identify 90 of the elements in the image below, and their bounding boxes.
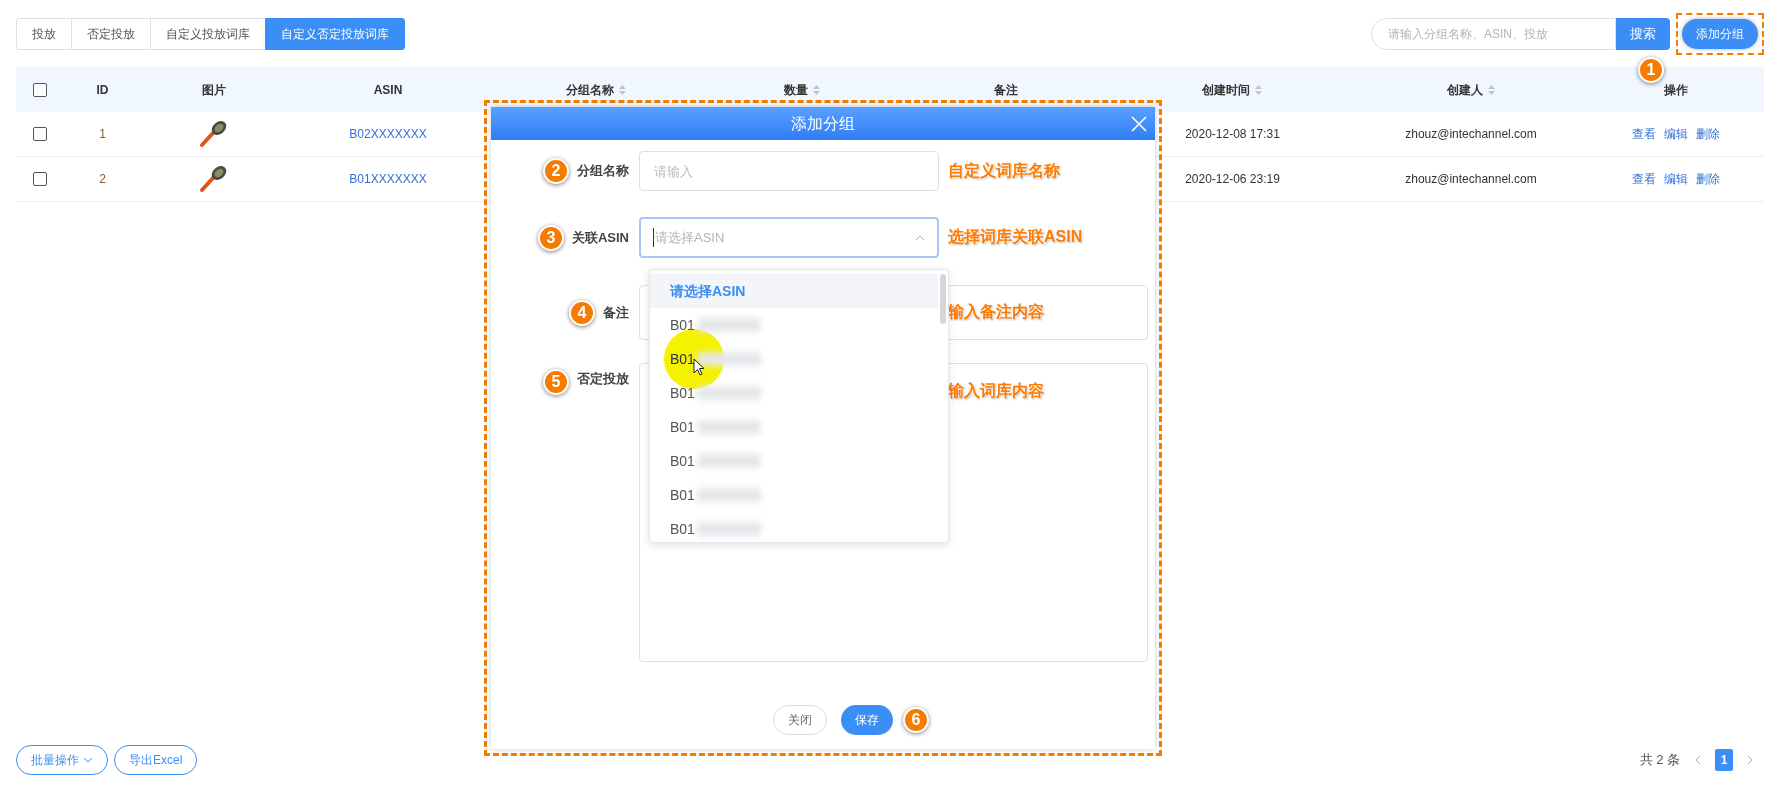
field-label: 分组名称 — [577, 162, 629, 181]
dropdown-option[interactable]: B01 — [650, 512, 938, 542]
dropdown-option[interactable]: B01 — [650, 478, 938, 512]
search-field[interactable]: 请输入分组名称、ASIN、投放 — [1371, 18, 1616, 50]
close-button[interactable]: 关闭 — [773, 705, 827, 735]
option-text: 请选择ASIN — [670, 281, 746, 301]
annotation-note: 选择词库关联ASIN — [948, 228, 1083, 245]
dropdown-option[interactable]: B01 — [650, 342, 938, 376]
action-link[interactable]: 编辑 — [1663, 125, 1688, 143]
blurred-text-drawing — [696, 522, 761, 536]
dropdown-option[interactable]: 请选择ASIN — [650, 274, 938, 308]
field-label: 备注 — [603, 303, 629, 322]
tab[interactable]: 自定义投放词库 — [150, 18, 266, 50]
tab[interactable]: 否定投放 — [71, 18, 151, 50]
blurred-text-drawing — [696, 488, 761, 502]
field-label: 否定投放 — [577, 370, 629, 388]
action-link[interactable]: 编辑 — [1663, 170, 1688, 188]
asin-link[interactable]: B02XXXXXXX — [349, 125, 427, 143]
table-cell-text: 2020-12-08 17:31 — [1185, 126, 1280, 143]
add-group-button[interactable]: 添加分组 — [1682, 19, 1758, 49]
sort-icon[interactable] — [811, 83, 821, 96]
sort-icon[interactable] — [617, 83, 627, 96]
table-cell-text: zhouz@intechannel.com — [1405, 126, 1537, 143]
table-cell-text: 1 — [99, 126, 106, 143]
tab[interactable]: 自定义否定投放词库 — [265, 18, 405, 50]
option-text: B01 — [670, 417, 695, 437]
close-icon[interactable] — [1131, 115, 1147, 132]
annotation-note: 输入词库内容 — [948, 382, 1044, 399]
column-header: 数量 — [783, 81, 808, 99]
search-button[interactable]: 搜索 — [1616, 18, 1670, 50]
blurred-text-drawing — [696, 386, 761, 400]
dialog-title: 添加分组 — [791, 113, 855, 134]
chevron-left-icon[interactable] — [1694, 755, 1701, 765]
annotation-note: 自定义词库名称 — [948, 162, 1060, 179]
checkbox[interactable] — [33, 82, 47, 97]
asin-link[interactable]: B01XXXXXXX — [349, 170, 427, 188]
dropdown-option[interactable]: B01 — [650, 410, 938, 444]
column-header: 创建人 — [1446, 81, 1483, 99]
total-count: 共 2 条 — [1639, 751, 1680, 770]
sort-icon[interactable] — [1486, 83, 1496, 96]
option-text: B01 — [670, 383, 695, 403]
action-link[interactable]: 查看 — [1631, 170, 1656, 188]
option-text: B01 — [670, 349, 695, 369]
column-header: 备注 — [994, 81, 1018, 99]
brush-drawing — [198, 165, 229, 193]
sort-icon[interactable] — [1254, 83, 1263, 96]
column-header: 图片 — [201, 81, 226, 99]
table-cell-text: 2020-12-06 23:19 — [1185, 171, 1280, 188]
chevron-down-icon — [83, 757, 93, 763]
blurred-text-drawing — [696, 420, 761, 434]
blurred-text-drawing — [696, 318, 761, 332]
step-number-badge: 1 — [1638, 57, 1664, 83]
step-number-badge: 2 — [543, 158, 569, 184]
action-link[interactable]: 查看 — [1631, 125, 1656, 143]
action-link[interactable]: 删除 — [1695, 125, 1720, 143]
option-text: B01 — [670, 519, 695, 539]
checkbox[interactable] — [33, 127, 47, 141]
save-button[interactable]: 保存 — [841, 705, 893, 735]
checkbox[interactable] — [33, 172, 47, 186]
dropdown-option[interactable]: B01 — [650, 376, 938, 410]
text-field[interactable]: 请输入 — [639, 151, 939, 191]
column-header: 创建时间 — [1202, 81, 1250, 99]
column-header: 分组名称 — [565, 81, 614, 99]
blurred-text-drawing — [696, 352, 761, 366]
scrollbar-thumb[interactable] — [940, 274, 946, 324]
column-header: ID — [96, 81, 109, 99]
column-header: 操作 — [1663, 81, 1688, 99]
field-label: 关联ASIN — [571, 228, 629, 247]
mouse-pointer-icon — [693, 358, 705, 376]
step-number-badge: 4 — [569, 299, 595, 326]
step-number-badge: 3 — [537, 224, 564, 251]
annotation-note: 输入备注内容 — [948, 303, 1044, 320]
chevron-right-icon[interactable] — [1747, 755, 1754, 765]
page-button[interactable]: 1 — [1715, 749, 1733, 771]
brush-drawing — [198, 120, 229, 148]
dropdown-option[interactable]: B01 — [650, 308, 938, 342]
option-text: B01 — [670, 485, 695, 505]
select-placeholder: 请选择ASIN — [653, 227, 725, 248]
table-cell-text: 2 — [99, 171, 106, 188]
step-number-badge: 5 — [543, 369, 569, 395]
column-header: ASIN — [373, 81, 403, 99]
option-text: B01 — [670, 451, 695, 471]
action-link[interactable]: 删除 — [1695, 170, 1720, 188]
chevron-up-icon — [915, 234, 925, 241]
tab[interactable]: 投放 — [16, 18, 72, 50]
table-cell-text: zhouz@intechannel.com — [1405, 171, 1537, 188]
blurred-text-drawing — [696, 454, 761, 468]
dropdown-option[interactable]: B01 — [650, 444, 938, 478]
step-number-badge: 6 — [903, 707, 929, 733]
option-text: B01 — [670, 315, 695, 335]
